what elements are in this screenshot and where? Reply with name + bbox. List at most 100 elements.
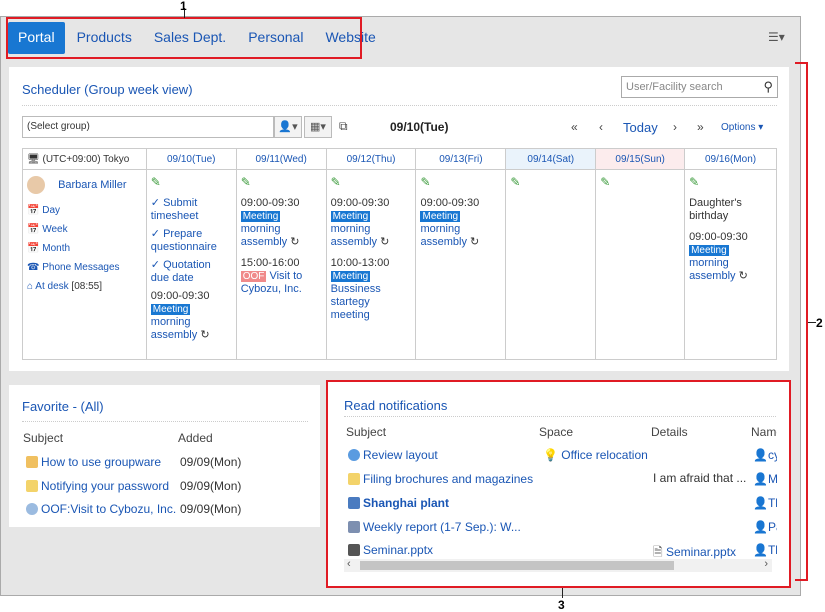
add-event-icon[interactable]: ✎ [689, 176, 772, 189]
at-desk-status[interactable]: ⌂ At desk [08:55] [27, 280, 142, 293]
next-day-icon[interactable]: › [673, 120, 677, 134]
phone-icon: ☎ [27, 262, 40, 273]
favorite-date: 09/09(Mon) [180, 502, 242, 516]
day-header[interactable]: 09/13(Fri) [415, 148, 507, 170]
annotation-box-3 [326, 380, 791, 588]
calendar-week-icon: 📅 [27, 224, 40, 235]
presence-icon: ⌂ [27, 281, 34, 292]
calendar-month-icon: 📅 [27, 243, 40, 254]
day-cell-sat: ✎ [505, 169, 597, 360]
scheduler-title[interactable]: Scheduler (Group week view) [22, 82, 193, 97]
day-cell-sun: ✎ [595, 169, 686, 360]
week-grid: 🖥 (UTC+09:00) Tokyo 09/10(Tue) 09/11(Wed… [22, 148, 777, 360]
search-placeholder: User/Facility search [626, 81, 723, 93]
menu-icon[interactable]: ☰▾ [768, 30, 785, 44]
event[interactable]: 09:00-09:30 Meeting morning assembly ↻ [330, 197, 412, 249]
timezone-header: 🖥 (UTC+09:00) Tokyo [22, 148, 147, 170]
favorite-item[interactable]: Notifying your password [26, 479, 169, 493]
search-icon[interactable]: ⚲ [763, 79, 773, 95]
user-select-icon[interactable]: 👤▾ [274, 116, 302, 138]
day-cell-wed: ✎ 09:00-09:30 Meeting morning assembly ↻ 1… [235, 169, 327, 360]
current-date: 09/10(Tue) [390, 120, 449, 134]
repeat-icon: ↻ [200, 329, 210, 341]
add-event-icon[interactable]: ✎ [510, 176, 591, 189]
bulletin-icon [26, 456, 38, 468]
next-week-icon[interactable]: » [697, 120, 704, 134]
week-view-link[interactable]: 📅 Week [27, 223, 142, 236]
event[interactable]: 09:00-09:30 Meeting morning assembly ↻ [420, 197, 501, 249]
meeting-badge: Meeting [150, 304, 191, 315]
divider [22, 421, 308, 422]
day-view-link[interactable]: 📅 Day [27, 204, 142, 217]
event[interactable]: 15:00-16:00 OOF Visit to Cybozu, Inc. [240, 257, 322, 296]
col-subject: Subject [23, 431, 64, 445]
day-cell-tue: ✎ ✓ Submit timesheet ✓ Prepare questionn… [145, 169, 237, 360]
day-header[interactable]: 09/12(Thu) [325, 148, 417, 170]
meeting-badge: Meeting [689, 245, 729, 256]
day-header[interactable]: 09/14(Sat) [505, 148, 597, 170]
divider [22, 105, 777, 106]
annotation-number-3: 3 [558, 598, 565, 612]
user-name[interactable]: Barbara Miller [58, 179, 126, 191]
meeting-badge: Meeting [330, 211, 371, 222]
annotation-box-1 [6, 17, 362, 59]
day-header[interactable]: 09/10(Tue) [145, 148, 237, 170]
avatar [27, 176, 45, 194]
favorite-title[interactable]: Favorite - (All) [22, 399, 104, 414]
event[interactable]: 09:00-09:30 Meeting morning assembly ↻ [150, 290, 232, 342]
phone-messages-link[interactable]: ☎ Phone Messages [27, 261, 142, 274]
meeting-badge: Meeting [420, 211, 461, 222]
event[interactable]: 10:00-13:00 Meeting Bussiness startegy mee… [330, 257, 412, 322]
day-cell-mon: ✎ Daughter's birthday 09:00-09:30 Meeting… [684, 169, 777, 360]
day-cell-fri: ✎ 09:00-09:30 Meeting morning assembly ↻ [415, 169, 507, 360]
annotation-number-1: 1 [180, 0, 187, 13]
day-header[interactable]: 09/11(Wed) [235, 148, 327, 170]
user-facility-search-input[interactable]: User/Facility search ⚲ [621, 76, 778, 98]
favorite-date: 09/09(Mon) [180, 455, 242, 469]
facility-select-icon[interactable]: ▦▾ [304, 116, 332, 138]
repeat-icon: ↻ [738, 270, 748, 282]
add-event-icon[interactable]: ✎ [151, 176, 232, 189]
annotation-box-2 [795, 62, 808, 581]
prev-week-icon[interactable]: « [571, 120, 578, 134]
group-select[interactable]: (Select group) [22, 116, 274, 138]
event[interactable]: 09:00-09:30 Meeting morning assembly ↻ [689, 231, 772, 283]
oof-badge: OOF [240, 271, 267, 282]
day-cell-thu: ✎ 09:00-09:30 Meeting morning assembly ↻ 1… [325, 169, 417, 360]
meeting-badge: Meeting [330, 271, 371, 282]
message-icon [26, 480, 38, 492]
favorite-date: 09/09(Mon) [180, 479, 242, 493]
add-event-icon[interactable]: ✎ [600, 176, 680, 189]
at-desk-time: [08:55] [71, 281, 103, 292]
day-header[interactable]: 09/15(Sun) [595, 148, 686, 170]
day-header[interactable]: 09/16(Mon) [684, 148, 777, 170]
favorite-item[interactable]: How to use groupware [26, 455, 161, 469]
todo-item[interactable]: ✓ Quotation due date [151, 259, 232, 285]
add-event-icon[interactable]: ✎ [241, 176, 322, 189]
annotation-number-2: 2 [816, 316, 823, 330]
today-button[interactable]: Today [623, 120, 658, 135]
options-menu[interactable]: Options ▾ [721, 122, 763, 133]
annotation-leader-3 [562, 588, 563, 598]
todo-item[interactable]: ✓ Prepare questionnaire [151, 228, 232, 254]
favorite-item[interactable]: OOF:Visit to Cybozu, Inc. [26, 502, 176, 516]
event[interactable]: 09:00-09:30 Meeting morning assembly ↻ [240, 197, 322, 249]
favorite-panel: Favorite - (All) Subject Added How to us… [9, 385, 320, 527]
repeat-icon: ↻ [290, 236, 300, 248]
copy-icon[interactable]: ⧉ [339, 119, 348, 134]
timezone-label: (UTC+09:00) Tokyo [42, 153, 130, 165]
calendar-day-icon: 📅 [27, 205, 40, 216]
prev-day-icon[interactable]: ‹ [599, 120, 603, 134]
add-event-icon[interactable]: ✎ [331, 176, 412, 189]
scheduler-panel: Scheduler (Group week view) User/Facilit… [9, 67, 789, 371]
add-event-icon[interactable]: ✎ [420, 176, 501, 189]
col-added: Added [178, 431, 213, 445]
todo-item[interactable]: ✓ Submit timesheet [151, 197, 232, 223]
user-cell: Barbara Miller 📅 Day 📅 Week 📅 Month ☎ Ph… [22, 169, 147, 360]
repeat-icon: ↻ [470, 236, 480, 248]
schedule-icon [26, 503, 38, 515]
repeat-icon: ↻ [380, 236, 390, 248]
birthday-note: Daughter's birthday [689, 197, 742, 222]
options-label: Options [721, 122, 756, 133]
month-view-link[interactable]: 📅 Month [27, 242, 142, 255]
